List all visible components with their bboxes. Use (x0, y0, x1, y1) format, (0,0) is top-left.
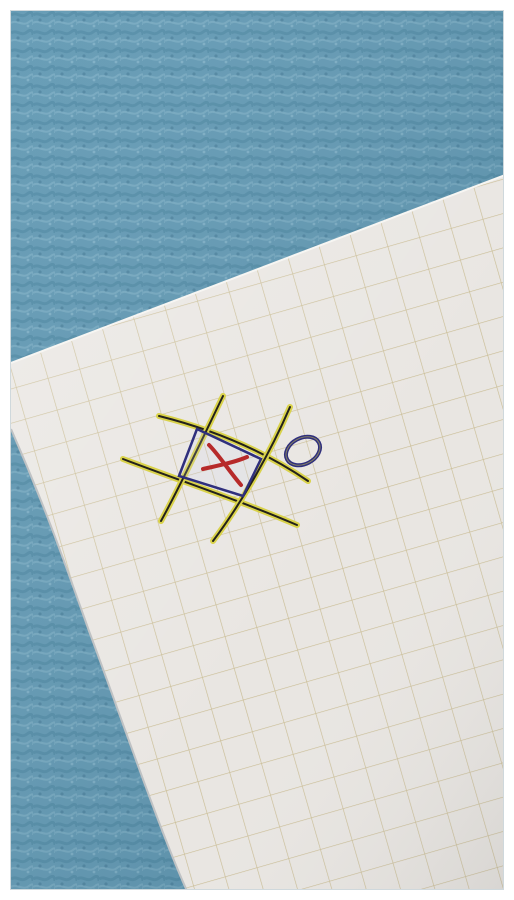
photo-image (10, 10, 504, 890)
photo-frame (0, 0, 514, 900)
photo-scene (11, 11, 503, 889)
